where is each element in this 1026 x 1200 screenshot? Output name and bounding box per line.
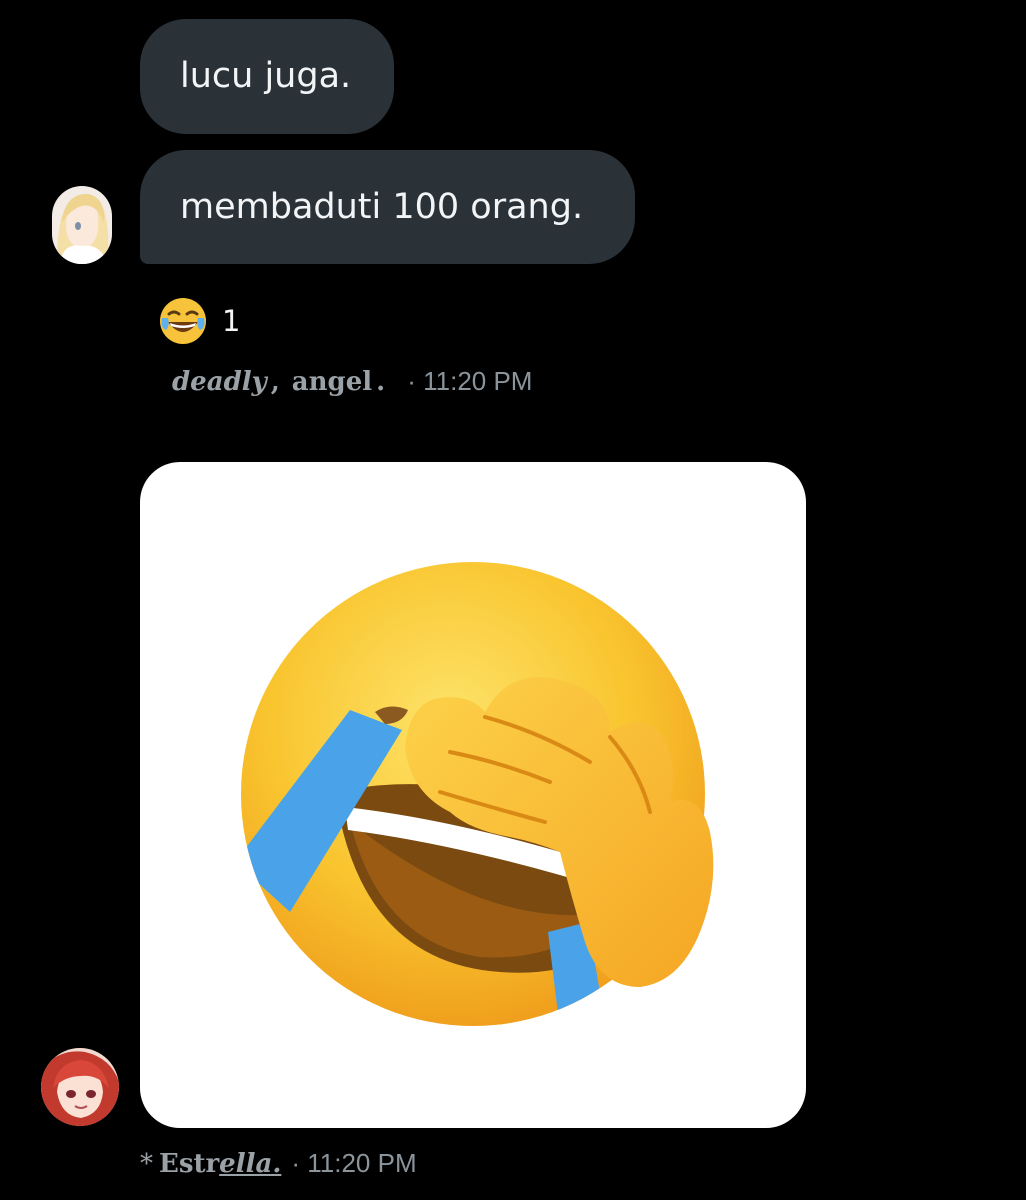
sender-name[interactable]: Estr [159, 1149, 219, 1179]
sender-avatar-angel[interactable] [52, 186, 112, 264]
sender-avatar-estrella[interactable] [41, 1048, 119, 1126]
sender-prefix: * [140, 1149, 153, 1179]
sender-name-part[interactable]: angel [292, 367, 372, 397]
sender-name-suffix: . [376, 367, 386, 397]
message-bubble[interactable]: membaduti 100 orang. [140, 150, 635, 264]
image-attachment[interactable] [140, 462, 806, 1128]
face-palm-laughing-emoji-icon [241, 562, 714, 1026]
message-text: lucu juga. [180, 56, 352, 96]
reaction-chip[interactable]: 1 [158, 296, 240, 346]
message-meta: deadly , angel . · 11:20 PM [172, 366, 532, 397]
timestamp: · 11:20 PM [291, 1148, 417, 1178]
anime-girl-red-hair-avatar-icon [41, 1048, 119, 1126]
message-bubble[interactable]: lucu juga. [140, 19, 394, 134]
reaction-count: 1 [222, 304, 241, 338]
sender-name-underlined[interactable]: ella. [219, 1149, 281, 1179]
timestamp: · 11:20 PM [407, 366, 533, 396]
message-text: membaduti 100 orang. [180, 186, 584, 227]
message-meta: * Estr ella. · 11:20 PM [140, 1148, 417, 1179]
anime-girl-avatar-icon [52, 186, 112, 264]
tears-of-joy-emoji-icon [160, 298, 206, 344]
sender-name-separator: , [270, 367, 280, 397]
sender-name-part[interactable]: deadly [172, 367, 267, 397]
